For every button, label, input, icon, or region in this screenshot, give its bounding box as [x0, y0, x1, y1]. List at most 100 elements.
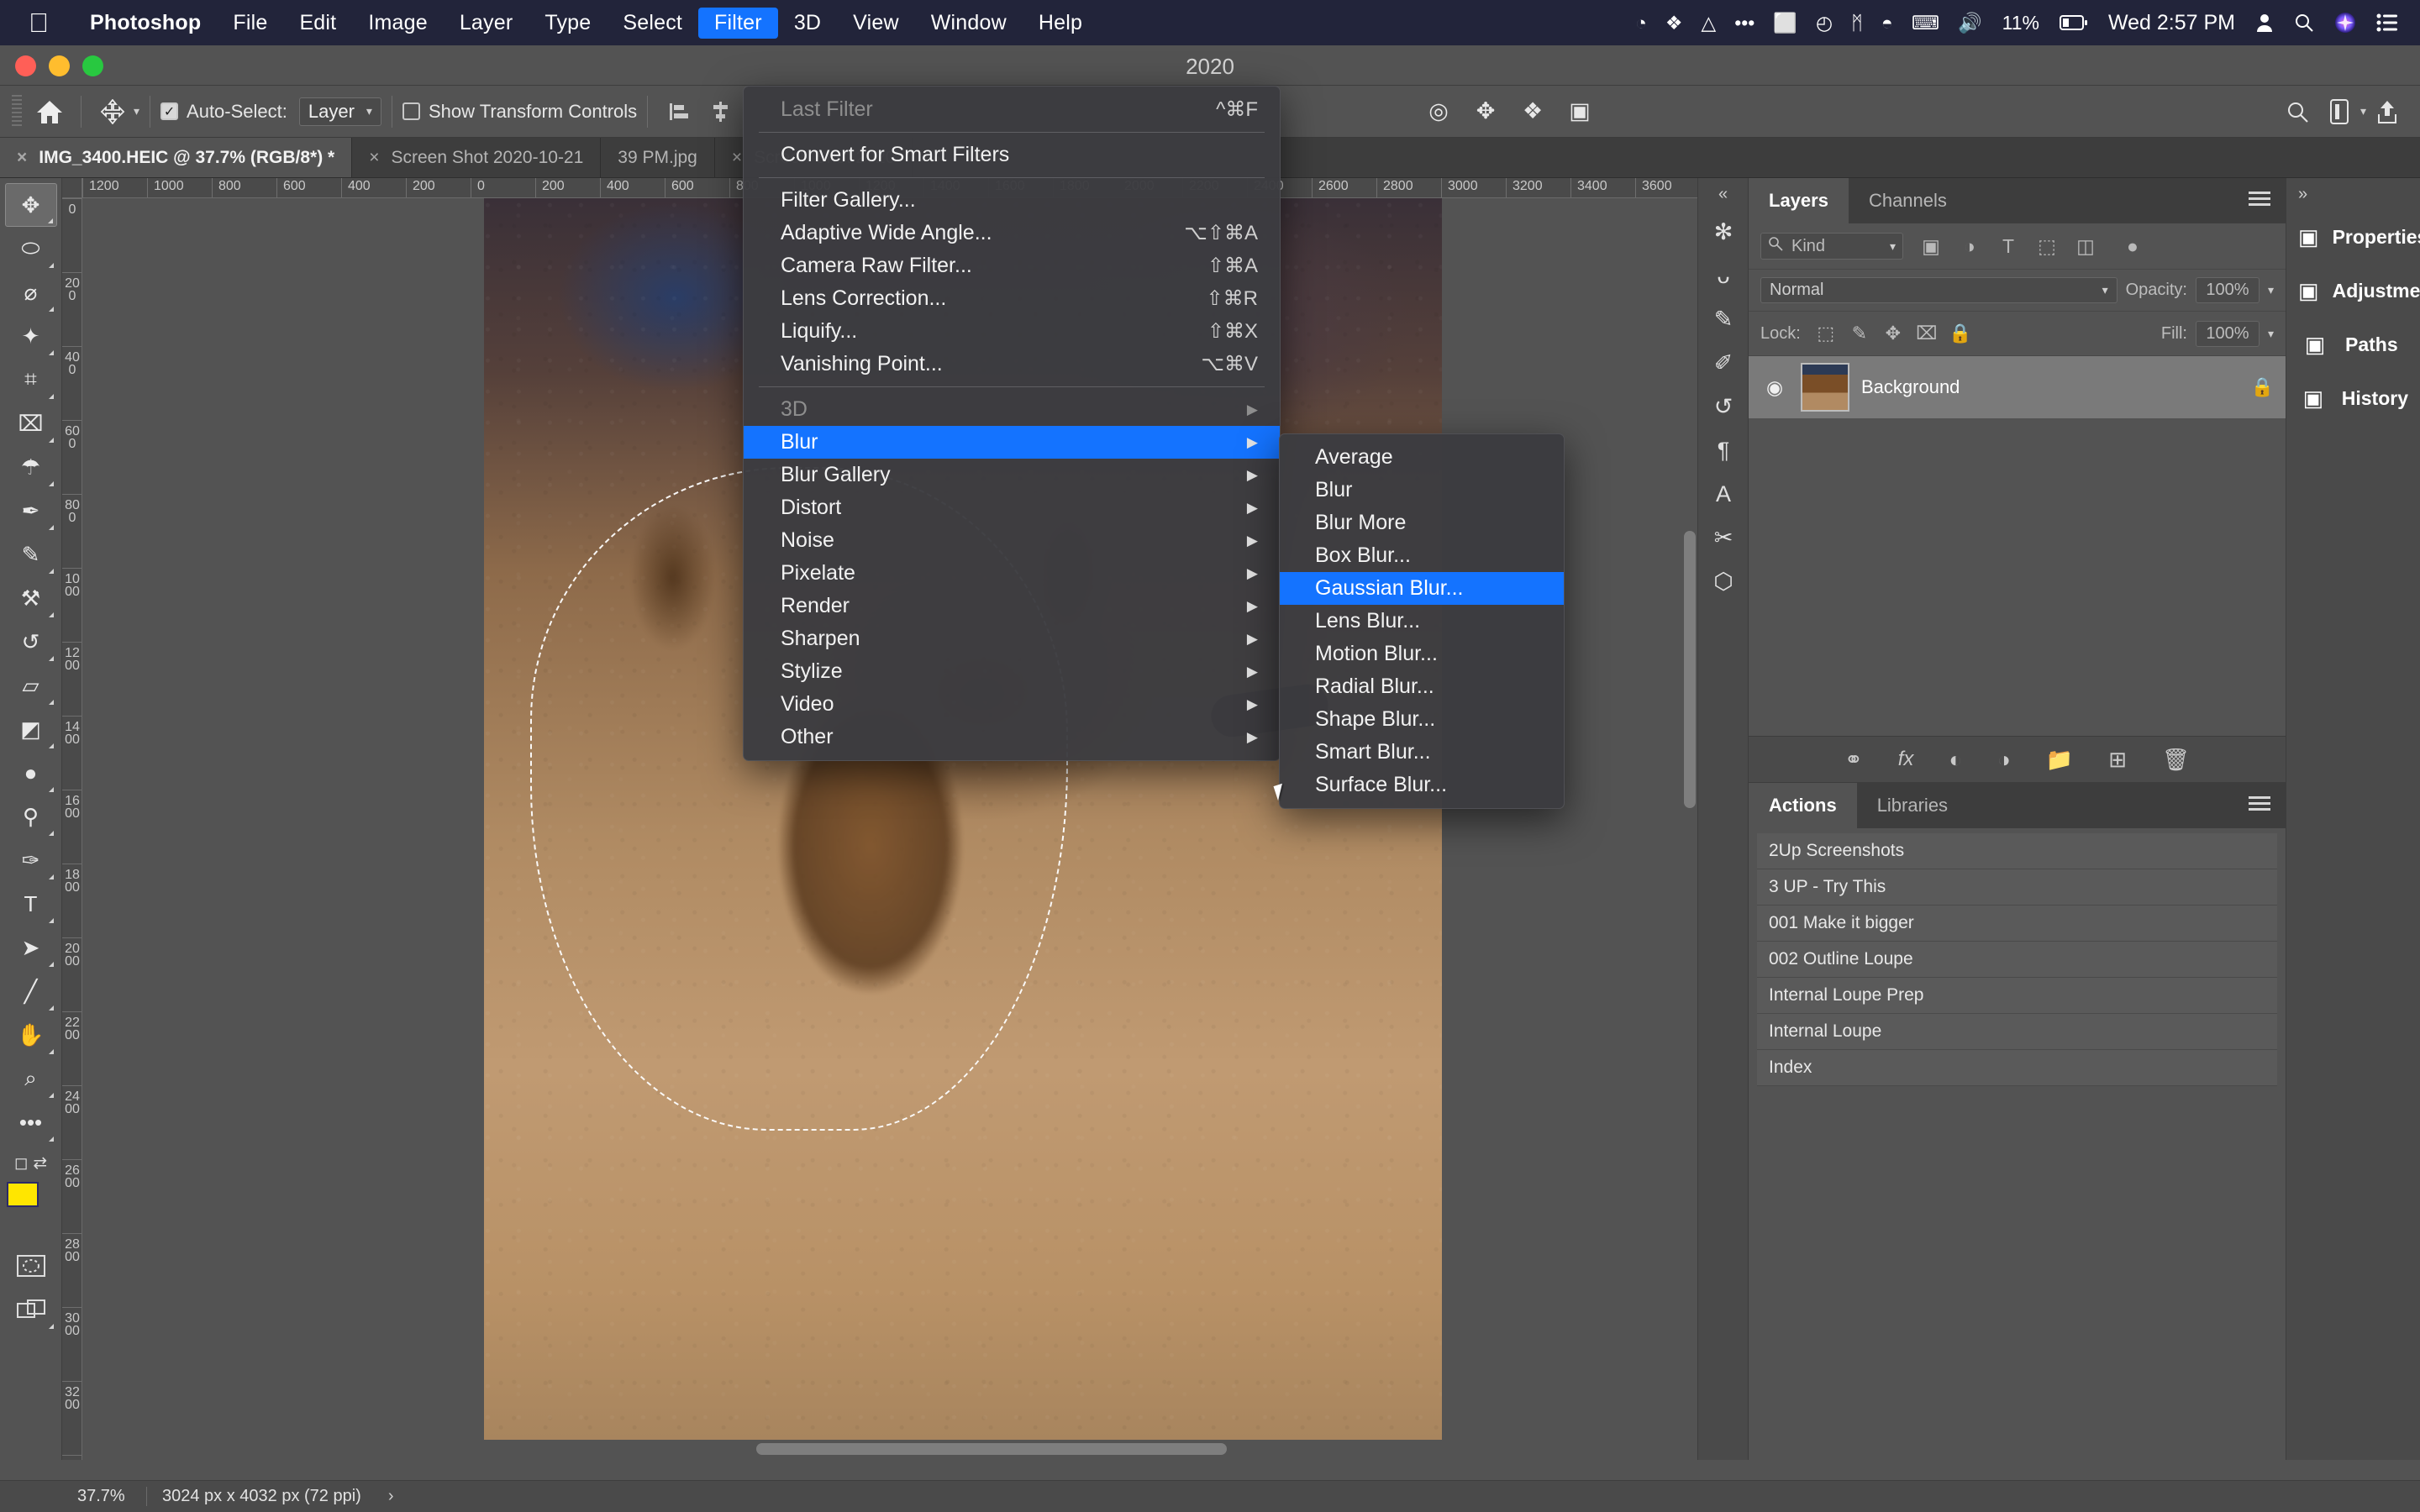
dock-item-adjustments[interactable]: ▣ Adjustments: [2286, 264, 2420, 318]
layer-filter-kind-dropdown[interactable]: Kind ▾: [1760, 233, 1903, 260]
panel-menu-icon[interactable]: [2249, 192, 2270, 208]
chevron-down-icon[interactable]: ▾: [2360, 104, 2366, 118]
blur-submenu-item[interactable]: Box Blur...: [1280, 539, 1564, 572]
wifi-icon[interactable]: ◓: [1881, 12, 1893, 34]
fill-value[interactable]: 100%: [2195, 320, 2260, 347]
crop-tool[interactable]: ⌗: [5, 358, 57, 402]
blur-submenu-item[interactable]: Gaussian Blur...: [1280, 572, 1564, 605]
three-d-panel-icon[interactable]: ⬡: [1698, 559, 1749, 603]
zoom-button[interactable]: [82, 55, 103, 76]
filter-type-icon[interactable]: T: [1989, 231, 2028, 261]
panel-tab-layers[interactable]: Layers: [1749, 178, 1849, 223]
fill-chevron-icon[interactable]: ▾: [2268, 327, 2274, 341]
user-account-icon[interactable]: [2255, 13, 2274, 33]
blur-submenu-item[interactable]: Blur: [1280, 474, 1564, 507]
close-button[interactable]: [15, 55, 36, 76]
layer-lock-icon[interactable]: 🔒: [2251, 376, 2274, 398]
menu-select[interactable]: Select: [607, 8, 698, 39]
timemachine-icon[interactable]: ◴: [1816, 12, 1833, 34]
menu-bar-clock[interactable]: Wed 2:57 PM: [2108, 11, 2235, 35]
panel-tab-channels[interactable]: Channels: [1849, 178, 1967, 223]
blur-submenu-item[interactable]: Motion Blur...: [1280, 638, 1564, 670]
blur-tool[interactable]: ●: [5, 751, 57, 795]
history-brush-tool[interactable]: ↺: [5, 620, 57, 664]
new-layer-button[interactable]: ⊞: [2108, 747, 2127, 773]
quick-selection-tool[interactable]: ✦: [5, 314, 57, 358]
blur-submenu-item[interactable]: Average: [1280, 441, 1564, 474]
zoom-tool[interactable]: ⌕: [5, 1057, 57, 1100]
paragraph-panel-icon[interactable]: ¶: [1698, 428, 1749, 472]
three-d-pan-icon[interactable]: ✥: [1465, 91, 1507, 133]
apple-menu-icon[interactable]: : [29, 9, 49, 36]
filter-menu-item[interactable]: Blur ▶: [744, 426, 1280, 459]
lasso-tool[interactable]: ⌀: [5, 270, 57, 314]
brush-tool[interactable]: ✎: [5, 533, 57, 576]
workspace-icon[interactable]: [2318, 91, 2360, 133]
auto-select-scope-dropdown[interactable]: Layer ▾: [298, 97, 381, 126]
action-item[interactable]: 2Up Screenshots: [1757, 833, 2277, 869]
eyedropper-tool[interactable]: ☂: [5, 445, 57, 489]
filter-menu-item[interactable]: Liquify... ⇧⌘X: [744, 315, 1280, 348]
blend-mode-dropdown[interactable]: Normal ▾: [1760, 277, 2118, 303]
filter-menu-item[interactable]: Camera Raw Filter... ⇧⌘A: [744, 249, 1280, 282]
document-tab[interactable]: 39 PM.jpg: [601, 138, 715, 177]
screen-mode-icon[interactable]: [5, 1288, 57, 1331]
menu-layer[interactable]: Layer: [444, 8, 529, 39]
action-item[interactable]: Index: [1757, 1050, 2277, 1086]
move-tool[interactable]: ✥: [4, 183, 57, 227]
close-tab-icon[interactable]: ×: [17, 148, 27, 168]
minimize-button[interactable]: [49, 55, 70, 76]
pen-tool[interactable]: ✑: [5, 838, 57, 882]
panel-menu-icon[interactable]: [2249, 796, 2270, 813]
new-group-button[interactable]: 📁: [2046, 747, 2073, 773]
brush-settings-icon[interactable]: ✎: [1698, 297, 1749, 341]
canvas-horizontal-scrollbar[interactable]: [756, 1443, 1227, 1455]
notes-icon[interactable]: △: [1702, 12, 1717, 34]
filter-menu-item[interactable]: Blur Gallery ▶: [744, 459, 1280, 491]
filter-smartobject-icon[interactable]: ◫: [2066, 231, 2105, 261]
hand-tool[interactable]: ✋: [5, 1013, 57, 1057]
action-item[interactable]: Internal Loupe Prep: [1757, 978, 2277, 1014]
filter-menu-item[interactable]: Sharpen ▶: [744, 622, 1280, 655]
action-item[interactable]: 002 Outline Loupe: [1757, 942, 2277, 978]
styles-panel-icon[interactable]: ✻: [1698, 210, 1749, 254]
filter-pixel-icon[interactable]: ▣: [1912, 231, 1950, 261]
blur-submenu-item[interactable]: Blur More: [1280, 507, 1564, 539]
action-item[interactable]: 001 Make it bigger: [1757, 906, 2277, 942]
three-d-camera-icon[interactable]: ▣: [1559, 91, 1601, 133]
menu-photoshop[interactable]: Photoshop: [74, 8, 217, 39]
menu-file[interactable]: File: [217, 8, 283, 39]
adjustment-layer-button[interactable]: ◑: [1997, 747, 2011, 773]
quick-mask-icon[interactable]: [5, 1244, 57, 1288]
options-bar-grip[interactable]: [12, 94, 22, 129]
siri-icon[interactable]: [2334, 12, 2356, 34]
link-layers-button[interactable]: ⚭: [1844, 747, 1863, 773]
expand-panels-icon[interactable]: «: [1698, 178, 1748, 210]
line-shape-tool[interactable]: ╱: [5, 969, 57, 1013]
edit-toolbar[interactable]: •••: [5, 1100, 57, 1144]
volume-icon[interactable]: 🔊: [1958, 12, 1982, 34]
menu-filter[interactable]: Filter: [698, 7, 778, 39]
close-tab-icon[interactable]: ×: [732, 148, 742, 168]
menu-image[interactable]: Image: [352, 8, 443, 39]
zoom-level[interactable]: 37.7%: [62, 1487, 146, 1506]
dock-item-paths[interactable]: ▣ Paths: [2286, 318, 2420, 371]
foreground-color-swatch[interactable]: [6, 1182, 39, 1207]
panel-tab-actions[interactable]: Actions: [1749, 783, 1857, 828]
default-colors-icon[interactable]: ◻: [14, 1152, 29, 1173]
filter-adjustment-icon[interactable]: ◑: [1950, 231, 1989, 261]
blur-submenu-item[interactable]: Lens Blur...: [1280, 605, 1564, 638]
filter-menu-dropdown[interactable]: Last Filter ^⌘F Convert for Smart Filters F…: [743, 86, 1281, 761]
airplay-icon[interactable]: ⬜: [1773, 12, 1797, 34]
frame-tool[interactable]: ⌧: [5, 402, 57, 445]
filter-menu-item[interactable]: Filter Gallery...: [744, 184, 1280, 217]
filter-menu-item[interactable]: Adaptive Wide Angle... ⌥⇧⌘A: [744, 217, 1280, 249]
character-panel-icon[interactable]: A: [1698, 472, 1749, 516]
blur-submenu-item[interactable]: Radial Blur...: [1280, 670, 1564, 703]
layer-style-button[interactable]: fx: [1898, 748, 1914, 771]
filter-menu-item[interactable]: Lens Correction... ⇧⌘R: [744, 282, 1280, 315]
document-tab[interactable]: × IMG_3400.HEIC @ 37.7% (RGB/8*) *: [0, 138, 353, 177]
dock-item-history[interactable]: ▣ History: [2286, 371, 2420, 425]
lock-image-icon[interactable]: ✎: [1843, 319, 1876, 348]
menu-view[interactable]: View: [837, 8, 915, 39]
